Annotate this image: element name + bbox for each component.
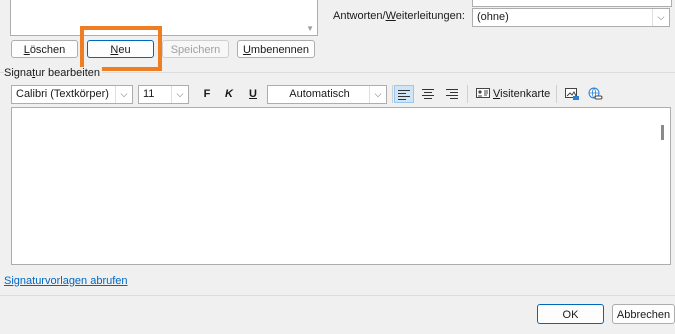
chevron-down-icon[interactable]: ⌵: [652, 9, 669, 26]
toolbar-separator: [392, 85, 393, 103]
scroll-down-icon[interactable]: ▼: [306, 24, 314, 33]
signature-list[interactable]: ▼: [10, 0, 318, 36]
chevron-down-icon[interactable]: ⌵: [369, 86, 386, 103]
hyperlink-icon: [588, 87, 603, 100]
align-right-button[interactable]: [442, 85, 462, 103]
font-color-value: Automatisch: [289, 88, 350, 100]
business-card-icon: [476, 88, 490, 98]
replies-select[interactable]: (ohne) ⌵: [472, 8, 670, 27]
chevron-down-icon[interactable]: ⌵: [171, 86, 188, 103]
cancel-button[interactable]: Abbrechen: [612, 304, 675, 324]
toolbar-separator: [467, 85, 468, 103]
picture-icon: [565, 88, 579, 100]
font-value: Calibri (Textkörper): [16, 88, 109, 100]
save-button[interactable]: Speichern: [162, 40, 229, 58]
chevron-down-icon[interactable]: ⌵: [115, 86, 132, 103]
underline-button[interactable]: U: [243, 85, 263, 103]
font-size-select[interactable]: 11 ⌵: [138, 85, 189, 104]
signature-editor[interactable]: [11, 107, 671, 265]
edit-signature-label: Signatur bearbeiten: [4, 67, 103, 79]
toolbar-separator: [556, 85, 557, 103]
align-right-icon: [446, 89, 458, 99]
align-center-button[interactable]: [418, 85, 438, 103]
font-color-select[interactable]: Automatisch ⌵: [267, 85, 387, 104]
bold-button[interactable]: F: [197, 85, 217, 103]
signature-templates-link[interactable]: Signaturvorlagen abrufen: [4, 275, 128, 287]
italic-button[interactable]: K: [219, 85, 239, 103]
rename-button[interactable]: Umbenennen: [237, 40, 315, 58]
replies-value: (ohne): [477, 11, 509, 23]
replies-label: Antworten/Weiterleitungen:: [333, 10, 465, 22]
align-left-icon: [398, 90, 410, 100]
highlight-frame: [80, 26, 162, 71]
align-left-button[interactable]: [394, 85, 414, 103]
insert-picture-button[interactable]: [562, 85, 582, 103]
new-messages-select[interactable]: [472, 0, 672, 7]
align-center-icon: [422, 89, 434, 99]
ok-button[interactable]: OK: [537, 304, 604, 324]
insert-hyperlink-button[interactable]: [585, 85, 605, 103]
delete-button[interactable]: Löschen: [11, 40, 78, 58]
business-card-button[interactable]: Visitenkarte: [476, 85, 550, 103]
font-select[interactable]: Calibri (Textkörper) ⌵: [11, 85, 133, 104]
scrollbar-thumb[interactable]: [661, 125, 664, 140]
font-size-value: 11: [143, 88, 155, 100]
